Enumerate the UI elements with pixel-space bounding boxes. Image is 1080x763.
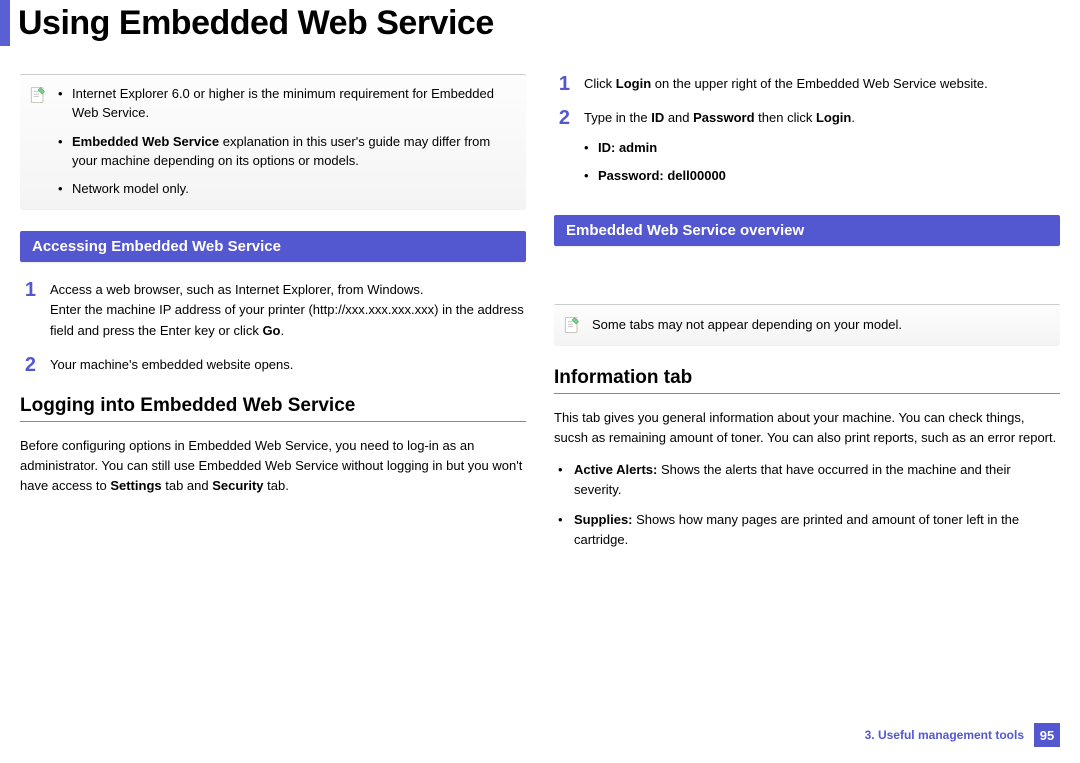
note-list: Internet Explorer 6.0 or higher is the m… — [58, 85, 514, 199]
footer-page-number: 95 — [1034, 723, 1060, 747]
paragraph-logging: Before configuring options in Embedded W… — [20, 436, 526, 496]
subheading-information-tab: Information tab — [554, 367, 1060, 394]
note-item: Internet Explorer 6.0 or higher is the m… — [58, 85, 514, 123]
step-body: Your machine's embedded website opens. — [50, 355, 526, 375]
steps-login: 1 Click Login on the upper right of the … — [554, 74, 1060, 195]
page-title-bar: Using Embedded Web Service — [0, 0, 1080, 46]
step-number: 1 — [20, 280, 36, 300]
subheading-logging: Logging into Embedded Web Service — [20, 395, 526, 422]
steps-accessing: 1 Access a web browser, such as Internet… — [20, 280, 526, 375]
step: 1 Click Login on the upper right of the … — [554, 74, 1060, 94]
step: 1 Access a web browser, such as Internet… — [20, 280, 526, 340]
step-number: 1 — [554, 74, 570, 94]
step-body: Type in the ID and Password then click L… — [584, 108, 1060, 194]
note-item: Embedded Web Service explanation in this… — [58, 133, 514, 171]
footer-chapter: 3. Useful management tools — [865, 728, 1024, 742]
note-text: Some tabs may not appear depending on yo… — [592, 315, 902, 335]
note-icon — [562, 315, 582, 335]
page-footer: 3. Useful management tools 95 — [865, 723, 1060, 747]
page-title: Using Embedded Web Service — [18, 4, 494, 43]
title-accent-bar — [0, 0, 10, 46]
right-column: 1 Click Login on the upper right of the … — [554, 74, 1060, 560]
note-icon — [28, 85, 48, 105]
info-bullet-list: Active Alerts: Shows the alerts that hav… — [558, 460, 1060, 551]
list-item: Active Alerts: Shows the alerts that hav… — [558, 460, 1060, 500]
step-body: Access a web browser, such as Internet E… — [50, 280, 526, 340]
step: 2 Type in the ID and Password then click… — [554, 108, 1060, 194]
section-bar-overview: Embedded Web Service overview — [554, 215, 1060, 246]
content-columns: Internet Explorer 6.0 or higher is the m… — [0, 74, 1080, 560]
paragraph-info-tab: This tab gives you general information a… — [554, 408, 1060, 448]
note-box-requirements: Internet Explorer 6.0 or higher is the m… — [20, 74, 526, 209]
step: 2 Your machine's embedded website opens. — [20, 355, 526, 375]
step-number: 2 — [20, 355, 36, 375]
section-bar-accessing: Accessing Embedded Web Service — [20, 231, 526, 262]
step-number: 2 — [554, 108, 570, 128]
spacer — [554, 264, 1060, 304]
step-body: Click Login on the upper right of the Em… — [584, 74, 1060, 94]
list-item: Supplies: Shows how many pages are print… — [558, 510, 1060, 550]
note-item: Network model only. — [58, 180, 514, 199]
left-column: Internet Explorer 6.0 or higher is the m… — [20, 74, 526, 560]
note-box-overview: Some tabs may not appear depending on yo… — [554, 304, 1060, 345]
